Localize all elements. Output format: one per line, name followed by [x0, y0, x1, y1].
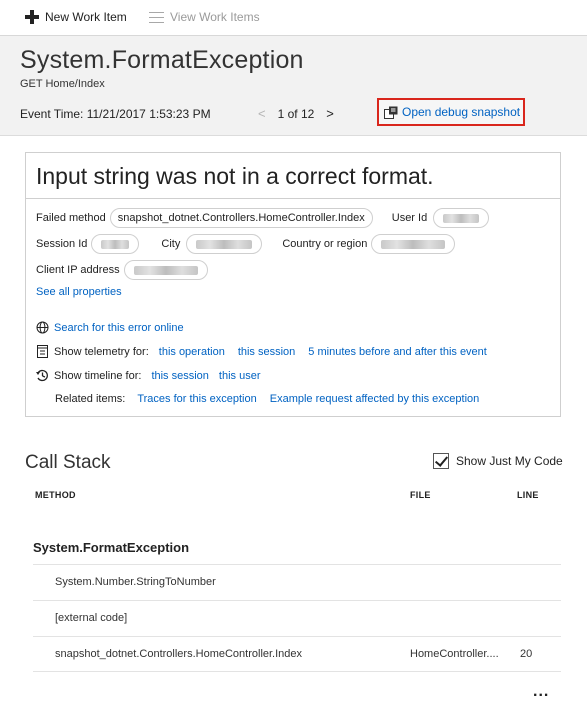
properties-row-1: Failed method snapshot_dotnet.Controller…	[36, 208, 490, 228]
operation-name: GET Home/Index	[20, 78, 105, 90]
stack-frame-line: 20	[520, 648, 533, 660]
client-ip-value[interactable]	[123, 260, 208, 280]
stack-frame-row[interactable]: [external code]	[33, 600, 561, 636]
stack-frame-method: [external code]	[55, 612, 128, 624]
new-work-item-button[interactable]: New Work Item	[25, 10, 127, 24]
traces-for-exception-link[interactable]: Traces for this exception	[137, 393, 256, 405]
stack-frame-file: HomeController....	[410, 648, 499, 660]
globe-icon	[36, 321, 49, 334]
snapshot-icon	[384, 106, 398, 119]
see-all-properties-link[interactable]: See all properties	[36, 286, 122, 298]
failed-method-value[interactable]: snapshot_dotnet.Controllers.HomeControll…	[109, 208, 373, 228]
exception-details-card: Input string was not in a correct format…	[25, 152, 561, 417]
client-ip-label: Client IP address	[36, 264, 120, 276]
see-all-row: See all properties	[36, 286, 122, 298]
show-just-my-code-toggle[interactable]: Show Just My Code	[433, 453, 563, 469]
exception-message: Input string was not in a correct format…	[36, 163, 434, 189]
related-items-row: Related items: Traces for this exception…	[55, 393, 479, 405]
properties-row-2: Session Id City Country or region	[36, 234, 456, 254]
timeline-this-user-link[interactable]: this user	[219, 370, 261, 382]
properties-row-3: Client IP address	[36, 260, 208, 280]
stack-frame-row[interactable]: snapshot_dotnet.Controllers.HomeControll…	[33, 636, 561, 672]
call-stack-title: Call Stack	[25, 452, 111, 473]
search-online-row: Search for this error online	[36, 321, 184, 334]
stack-exception-title: System.FormatException	[33, 540, 190, 555]
event-pager: < 1 of 12 >	[258, 106, 334, 121]
city-label: City	[161, 238, 181, 250]
show-just-my-code-checkbox[interactable]	[433, 453, 449, 469]
failed-method-label: Failed method	[36, 212, 106, 224]
telemetry-this-session-link[interactable]: this session	[238, 346, 295, 358]
column-header-line[interactable]: LINE	[517, 490, 539, 500]
view-work-items-button[interactable]: View Work Items	[149, 10, 260, 24]
timeline-this-session-link[interactable]: this session	[151, 370, 208, 382]
pager-status: 1 of 12	[277, 106, 315, 121]
related-items-label: Related items:	[55, 393, 126, 405]
card-divider	[26, 198, 560, 199]
event-time: Event Time: 11/21/2017 1:53:23 PM	[20, 107, 211, 121]
view-work-items-label: View Work Items	[170, 10, 260, 24]
timeline-label: Show timeline for:	[54, 369, 142, 382]
list-icon	[149, 11, 164, 24]
open-debug-snapshot-label: Open debug snapshot	[402, 105, 521, 119]
toolbar: New Work Item View Work Items	[0, 0, 587, 36]
plus-icon	[25, 10, 39, 24]
country-value[interactable]	[371, 234, 456, 254]
show-just-my-code-label: Show Just My Code	[456, 454, 563, 468]
previous-event-button[interactable]: <	[258, 106, 266, 121]
telemetry-this-operation-link[interactable]: this operation	[159, 346, 225, 358]
stack-frame-method: snapshot_dotnet.Controllers.HomeControll…	[55, 648, 303, 660]
column-header-method[interactable]: METHOD	[35, 490, 76, 500]
city-value[interactable]	[186, 234, 263, 254]
telemetry-label: Show telemetry for:	[54, 345, 149, 358]
document-icon	[37, 345, 48, 358]
search-error-online-link[interactable]: Search for this error online	[54, 322, 184, 334]
session-id-value[interactable]	[91, 234, 140, 254]
column-header-file[interactable]: FILE	[410, 490, 431, 500]
exception-header: System.FormatException GET Home/Index Ev…	[0, 36, 587, 136]
user-id-label: User Id	[391, 212, 428, 224]
stack-frame-row[interactable]: System.Number.StringToNumber	[33, 564, 561, 600]
user-id-value[interactable]	[433, 208, 490, 228]
next-event-button[interactable]: >	[326, 106, 334, 121]
show-timeline-row: Show timeline for: this session this use…	[36, 369, 261, 382]
stack-frame-method: System.Number.StringToNumber	[55, 576, 216, 588]
page-title: System.FormatException	[20, 46, 304, 74]
new-work-item-label: New Work Item	[45, 10, 127, 24]
session-id-label: Session Id	[36, 238, 88, 250]
timeline-icon	[36, 369, 48, 382]
open-debug-snapshot-button[interactable]: Open debug snapshot	[377, 98, 525, 126]
more-options-button[interactable]: ...	[533, 683, 549, 701]
example-request-link[interactable]: Example request affected by this excepti…	[270, 393, 480, 405]
telemetry-5-minutes-link[interactable]: 5 minutes before and after this event	[308, 346, 487, 358]
show-telemetry-row: Show telemetry for: this operation this …	[36, 345, 487, 358]
country-label: Country or region	[282, 238, 368, 250]
